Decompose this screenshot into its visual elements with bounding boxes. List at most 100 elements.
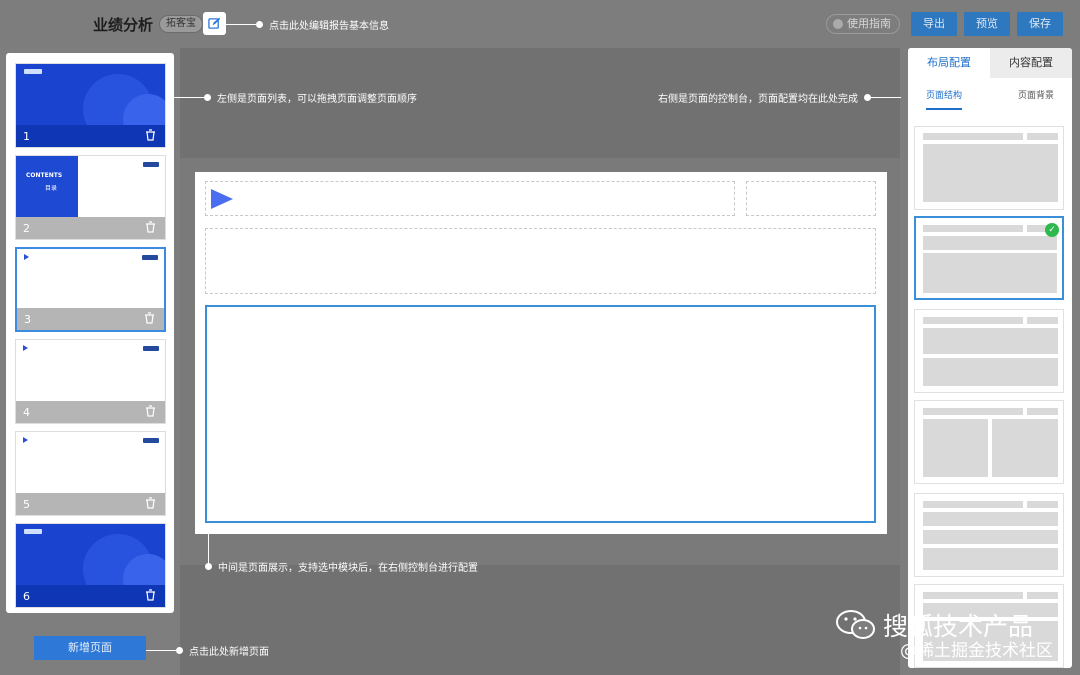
layout-option-1[interactable] <box>914 126 1064 210</box>
layout-block <box>1027 317 1058 324</box>
page-thumbnail-footer: 6 <box>16 585 165 607</box>
layout-block <box>923 225 1023 232</box>
report-title: 业绩分析 <box>93 16 154 34</box>
add-page-button[interactable]: 新增页面 <box>34 636 146 660</box>
logo-icon <box>24 529 42 534</box>
contents-sub: 目录 <box>45 185 58 192</box>
layout-block <box>1027 133 1058 140</box>
page-thumbnail-2[interactable]: CONTENTS 目录 2 <box>15 155 166 240</box>
control-panel: 布局配置 内容配置 页面结构 页面背景 ✓ <box>908 48 1072 668</box>
layout-block <box>923 328 1058 354</box>
right-panel-hint-annotation: 右侧是页面的控制台，页面配置均在此处完成 <box>658 90 901 105</box>
page-thumbnail-footer: 4 <box>16 401 165 423</box>
page-number: 6 <box>23 590 30 603</box>
triangle-icon <box>211 189 233 209</box>
page-canvas <box>195 172 887 534</box>
trash-icon[interactable] <box>145 589 156 601</box>
layout-block <box>1027 501 1058 508</box>
canvas-hint-annotation: 中间是页面展示，支持选中模块后，在右侧控制台进行配置 <box>205 559 478 574</box>
report-tag: 拓客宝 <box>159 15 203 33</box>
edit-report-button[interactable] <box>203 12 226 35</box>
edit-hint-text: 点击此处编辑报告基本信息 <box>269 21 389 32</box>
subtab-page-structure[interactable]: 页面结构 <box>926 88 963 110</box>
top-bar: 业绩分析 拓客宝 点击此处编辑报告基本信息 使用指南 导出 预览 保存 <box>0 0 1080 48</box>
logo-icon <box>142 255 158 260</box>
layout-block <box>923 358 1058 386</box>
page-thumbnail-footer: 2 <box>16 217 165 239</box>
page-thumbnail-footer: 1 <box>16 125 165 147</box>
triangle-icon <box>23 437 28 443</box>
triangle-icon <box>24 254 29 260</box>
page-thumbnail-5[interactable]: 5 <box>15 431 166 516</box>
layout-option-5[interactable] <box>914 493 1064 577</box>
right-panel-hint-text: 右侧是页面的控制台，页面配置均在此处完成 <box>658 94 858 105</box>
panel-tabs: 布局配置 内容配置 <box>908 48 1072 78</box>
layout-block <box>923 530 1058 544</box>
layout-block <box>923 133 1023 140</box>
layout-option-3[interactable] <box>914 309 1064 393</box>
trash-icon[interactable] <box>144 312 155 324</box>
add-page-hint-annotation: 点击此处新增页面 <box>146 643 269 658</box>
canvas-hint-text: 中间是页面展示，支持选中模块后，在右侧控制台进行配置 <box>218 563 478 574</box>
page-number: 5 <box>23 498 30 511</box>
layout-option-4[interactable] <box>914 400 1064 484</box>
preview-button[interactable]: 预览 <box>964 12 1010 36</box>
trash-icon[interactable] <box>145 221 156 233</box>
logo-module[interactable] <box>746 181 876 216</box>
subtab-page-background[interactable]: 页面背景 <box>1018 88 1054 104</box>
page-number: 3 <box>24 313 31 326</box>
contents-title: CONTENTS <box>26 172 63 179</box>
page-thumbnail-6[interactable]: 6 <box>15 523 166 608</box>
layout-block <box>923 236 1057 250</box>
guide-button[interactable]: 使用指南 <box>826 14 900 34</box>
content-module-selected[interactable] <box>205 305 876 523</box>
header-module[interactable] <box>205 181 735 216</box>
page-thumbnail-4[interactable]: 4 <box>15 339 166 424</box>
layout-option-2-selected[interactable]: ✓ <box>914 216 1064 300</box>
page-list-panel: 1 CONTENTS 目录 2 3 4 5 6 <box>6 53 174 613</box>
logo-icon <box>143 346 159 351</box>
page-list-hint-annotation: 左侧是页面列表，可以拖拽页面调整页面顺序 <box>174 90 417 105</box>
help-icon <box>833 19 843 29</box>
page-thumbnail-1[interactable]: 1 <box>15 63 166 148</box>
wechat-icon <box>836 610 875 639</box>
edit-hint-annotation: 点击此处编辑报告基本信息 <box>226 17 389 32</box>
page-number: 2 <box>23 222 30 235</box>
layout-block <box>923 419 988 477</box>
layout-block <box>923 317 1023 324</box>
watermark-sub: @稀土掘金技术社区 <box>900 641 1053 661</box>
layout-block <box>923 548 1058 570</box>
add-page-hint-text: 点击此处新增页面 <box>189 647 269 658</box>
layout-block <box>1027 592 1058 599</box>
logo-icon <box>24 69 42 74</box>
layout-block <box>992 419 1058 477</box>
export-button[interactable]: 导出 <box>911 12 957 36</box>
summary-module[interactable] <box>205 228 876 294</box>
guide-label: 使用指南 <box>847 17 891 30</box>
layout-block <box>923 512 1058 526</box>
layout-block <box>923 253 1057 293</box>
triangle-icon <box>23 345 28 351</box>
page-number: 4 <box>23 406 30 419</box>
tab-layout-config[interactable]: 布局配置 <box>908 48 990 78</box>
page-number: 1 <box>23 130 30 143</box>
check-icon: ✓ <box>1045 223 1059 237</box>
trash-icon[interactable] <box>145 129 156 141</box>
trash-icon[interactable] <box>145 405 156 417</box>
page-thumbnail-3[interactable]: 3 <box>15 247 166 332</box>
canvas-band-bottom <box>180 565 900 675</box>
trash-icon[interactable] <box>145 497 156 509</box>
layout-block <box>923 501 1023 508</box>
tab-content-config[interactable]: 内容配置 <box>990 48 1072 78</box>
layout-block <box>923 408 1023 415</box>
logo-icon <box>143 438 159 443</box>
page-list-hint-text: 左侧是页面列表，可以拖拽页面调整页面顺序 <box>217 94 417 105</box>
layout-block <box>923 592 1023 599</box>
layout-block <box>1027 408 1058 415</box>
edit-icon <box>208 17 221 29</box>
save-button[interactable]: 保存 <box>1017 12 1063 36</box>
layout-block <box>923 144 1058 202</box>
page-thumbnail-footer: 5 <box>16 493 165 515</box>
page-thumbnail-footer: 3 <box>17 308 164 330</box>
logo-icon <box>143 162 159 167</box>
